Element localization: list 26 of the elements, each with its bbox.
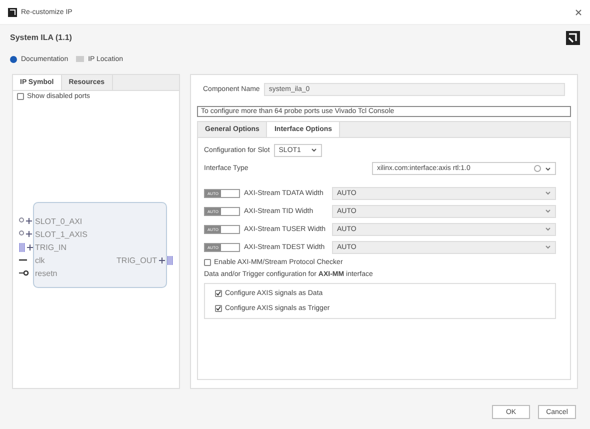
port-label: clk [35, 256, 45, 264]
vendor-logo-icon [566, 30, 580, 44]
folder-icon [76, 56, 84, 62]
checkbox[interactable] [17, 93, 24, 100]
port-label: TRIG_IN [35, 242, 67, 252]
app-logo-icon [8, 8, 17, 16]
trigger-port-icon [159, 256, 173, 264]
info-icon [10, 56, 17, 62]
port-label: SLOT_0_AXI [35, 216, 82, 226]
checkbox[interactable] [204, 259, 211, 266]
bus-port-icon [19, 217, 33, 225]
caret-icon [545, 190, 551, 196]
checkbox[interactable] [215, 290, 222, 297]
trigger-port-icon [19, 242, 33, 252]
caret-icon [545, 166, 551, 172]
port-label: SLOT_1_AXIS [35, 230, 88, 238]
port-label: TRIG_OUT [116, 256, 157, 264]
checkbox[interactable] [215, 305, 222, 312]
close-icon[interactable] [575, 8, 582, 16]
caret-icon [545, 244, 551, 250]
caret-icon [545, 226, 551, 232]
bus-port-icon [19, 230, 33, 238]
caret-icon [545, 208, 551, 214]
port-label: resetn [35, 268, 58, 278]
dialog-heading: System ILA (1.1) [10, 33, 72, 42]
caret-icon [310, 147, 317, 153]
